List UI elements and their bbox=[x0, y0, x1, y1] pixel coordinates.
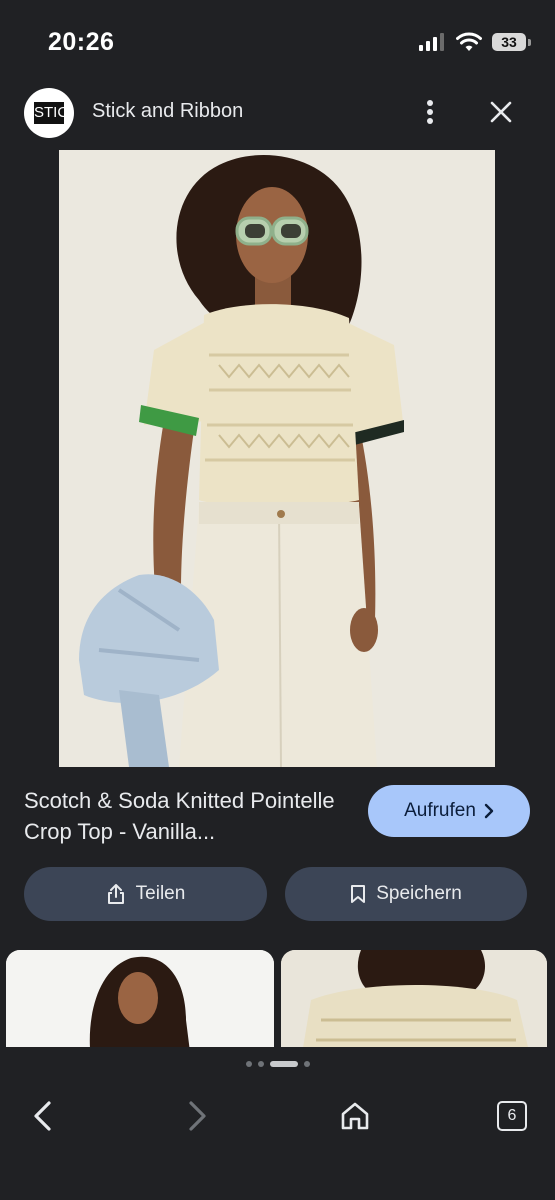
product-info: Scotch & Soda Knitted Pointelle Crop Top… bbox=[0, 767, 555, 947]
signal-icon bbox=[419, 33, 444, 51]
tabs-button[interactable]: 6 bbox=[487, 1095, 537, 1137]
status-icons: 33 bbox=[418, 32, 531, 52]
home-button[interactable] bbox=[330, 1095, 380, 1137]
related-images bbox=[0, 947, 555, 1047]
more-options-button[interactable] bbox=[412, 92, 448, 132]
share-button-label: Teilen bbox=[135, 883, 186, 904]
bookmark-icon bbox=[351, 885, 366, 903]
save-button-label: Speichern bbox=[376, 883, 462, 904]
status-bar: 20:26 33 bbox=[0, 0, 555, 80]
home-icon bbox=[341, 1102, 369, 1130]
related-image-2-illustration bbox=[281, 950, 547, 1047]
close-button[interactable] bbox=[482, 92, 520, 132]
related-image-2[interactable] bbox=[281, 950, 547, 1047]
related-image-1[interactable] bbox=[6, 950, 274, 1047]
pager-dot-active bbox=[269, 1061, 298, 1067]
pager-dot bbox=[257, 1061, 264, 1067]
model-illustration bbox=[59, 150, 495, 767]
battery-icon: 33 bbox=[492, 33, 531, 51]
share-icon bbox=[107, 884, 124, 904]
pager-dot bbox=[303, 1061, 310, 1067]
bottom-navigation: 6 bbox=[0, 1047, 555, 1200]
product-image[interactable] bbox=[59, 150, 495, 767]
site-logo[interactable]: STIC bbox=[24, 88, 74, 138]
tabs-icon: 6 bbox=[497, 1101, 527, 1131]
site-logo-text: STIC bbox=[34, 102, 64, 124]
wifi-icon bbox=[456, 32, 482, 51]
visit-button-label: Aufrufen bbox=[404, 800, 476, 821]
image-pager bbox=[0, 1061, 555, 1067]
more-vert-icon bbox=[427, 100, 433, 124]
chevron-right-icon bbox=[484, 803, 494, 819]
forward-button[interactable] bbox=[173, 1095, 223, 1137]
site-name[interactable]: Stick and Ribbon bbox=[92, 100, 243, 123]
related-image-1-illustration bbox=[6, 950, 274, 1047]
image-viewer bbox=[0, 150, 555, 767]
viewer-header: STIC Stick and Ribbon bbox=[0, 80, 555, 150]
close-icon bbox=[490, 101, 512, 123]
battery-level: 33 bbox=[492, 33, 526, 51]
save-button[interactable]: Speichern bbox=[285, 867, 527, 921]
product-title[interactable]: Scotch & Soda Knitted Pointelle Crop Top… bbox=[24, 785, 344, 847]
forward-arrow-icon bbox=[189, 1101, 206, 1131]
pager-dot bbox=[245, 1061, 252, 1067]
visit-button[interactable]: Aufrufen bbox=[368, 785, 530, 837]
back-arrow-icon bbox=[34, 1101, 51, 1131]
back-button[interactable] bbox=[17, 1095, 67, 1137]
status-time: 20:26 bbox=[48, 28, 115, 56]
share-button[interactable]: Teilen bbox=[24, 867, 267, 921]
